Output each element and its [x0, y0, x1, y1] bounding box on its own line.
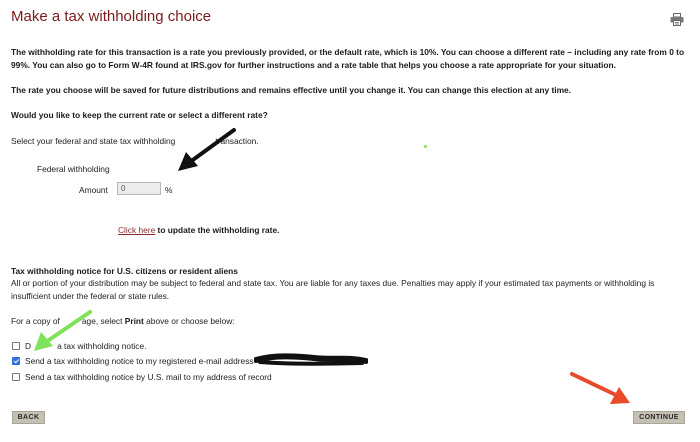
black-arrow-annotation — [178, 128, 236, 171]
email-notice-label: Send a tax withholding notice to my regi… — [25, 356, 254, 366]
rate-question: Would you like to keep the current rate … — [11, 110, 268, 120]
email-notice-checkbox[interactable] — [12, 357, 20, 365]
mail-notice-checkbox[interactable] — [12, 373, 20, 381]
printer-icon[interactable] — [670, 13, 684, 26]
intro-rate-paragraph: The withholding rate for this transactio… — [11, 47, 685, 70]
mail-notice-label: Send a tax withholding notice by U.S. ma… — [25, 372, 272, 382]
amount-input[interactable]: 0 — [117, 182, 161, 195]
select-instruction-text: Select your federal and state tax withho… — [11, 136, 176, 146]
copy-instruction-post: above or choose below: — [146, 316, 235, 326]
back-button[interactable]: BACK — [12, 411, 45, 424]
federal-withholding-heading: Federal withholding — [37, 164, 110, 174]
update-rate-line: Click here to update the withholding rat… — [118, 225, 279, 235]
copy-print-word: Print — [124, 316, 144, 326]
percent-unit: % — [165, 185, 173, 195]
redaction-scribble — [254, 353, 368, 366]
select-instruction: Select your federal and state tax withho… — [11, 135, 689, 148]
download-notice-label-b: a tax withholding notice. — [57, 341, 147, 351]
download-notice-label-a: D — [25, 341, 32, 351]
download-notice-checkbox[interactable] — [12, 342, 20, 350]
update-rate-text: to update the withholding rate. — [155, 225, 280, 235]
option-download-notice[interactable]: Da tax withholding notice. — [12, 341, 146, 351]
page-title: Make a tax withholding choice — [11, 8, 212, 25]
click-here-link[interactable]: Click here — [118, 225, 155, 235]
green-dot — [424, 145, 427, 148]
amount-label: Amount — [79, 185, 108, 195]
notice-body: All or portion of your distribution may … — [11, 278, 655, 301]
intro-saved-paragraph: The rate you choose will be saved for fu… — [11, 85, 572, 95]
continue-button[interactable]: CONTINUE — [633, 411, 685, 424]
red-arrow-annotation — [570, 372, 630, 404]
option-mail-notice[interactable]: Send a tax withholding notice by U.S. ma… — [12, 372, 272, 382]
copy-instruction: For a copy of age, select Print above or … — [11, 315, 689, 328]
option-email-notice[interactable]: Send a tax withholding notice to my regi… — [12, 356, 254, 366]
